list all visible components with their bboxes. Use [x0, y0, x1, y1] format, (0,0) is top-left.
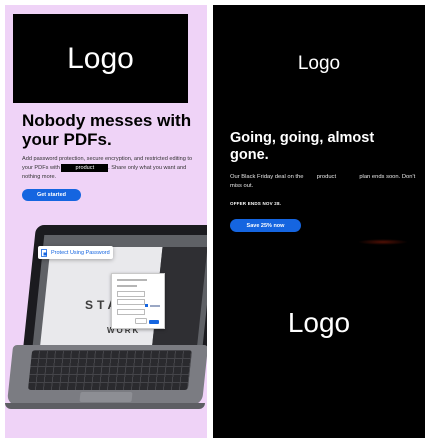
dialog-cancel-button: [135, 318, 147, 324]
left-logo: Logo: [13, 14, 188, 103]
dialog-checkbox: [145, 304, 148, 307]
product-name-redacted: product: [61, 164, 109, 172]
laptop-base-front: [5, 403, 205, 409]
right-ad-panel: Logo Going, going, almost gone. Our Blac…: [213, 5, 425, 438]
save-25-button[interactable]: Save 25% now: [230, 219, 301, 232]
left-body-copy: Add password protection, secure encrypti…: [22, 155, 202, 182]
dialog-extra-field: [117, 309, 145, 315]
protect-password-badge: Protect Using Password: [38, 246, 113, 259]
right-logo-top: Logo: [297, 53, 341, 74]
dialog-text-line: [117, 285, 137, 287]
dialog-confirm-field: [117, 299, 145, 305]
protect-badge-label: Protect Using Password: [51, 249, 110, 256]
right-body-copy: Our Black Friday deal on the product pla…: [230, 173, 420, 190]
dialog-ok-button: [149, 320, 159, 324]
laptop-trackpad: [79, 392, 133, 402]
right-logo-bottom: Logo: [287, 307, 351, 338]
right-product-name: product: [316, 174, 337, 180]
get-started-button[interactable]: Get started: [22, 189, 81, 201]
password-dialog: [111, 273, 165, 329]
left-headline: Nobody messes with your PDFs.: [22, 111, 192, 149]
lock-document-icon: [41, 248, 47, 257]
dialog-password-field: [117, 291, 145, 297]
right-headline: Going, going, almost gone.: [230, 130, 375, 163]
left-ad-panel: Logo Nobody messes with your PDFs. Add p…: [5, 5, 207, 438]
offer-ends-text: OFFER ENDS NOV 28.: [230, 201, 282, 206]
right-body-text-start: Our Black Friday deal on the: [230, 174, 304, 180]
laptop-keyboard: [27, 350, 193, 390]
decorative-glow: [358, 239, 408, 245]
dialog-title-line: [117, 279, 147, 281]
dialog-checkbox-label: [150, 305, 160, 307]
